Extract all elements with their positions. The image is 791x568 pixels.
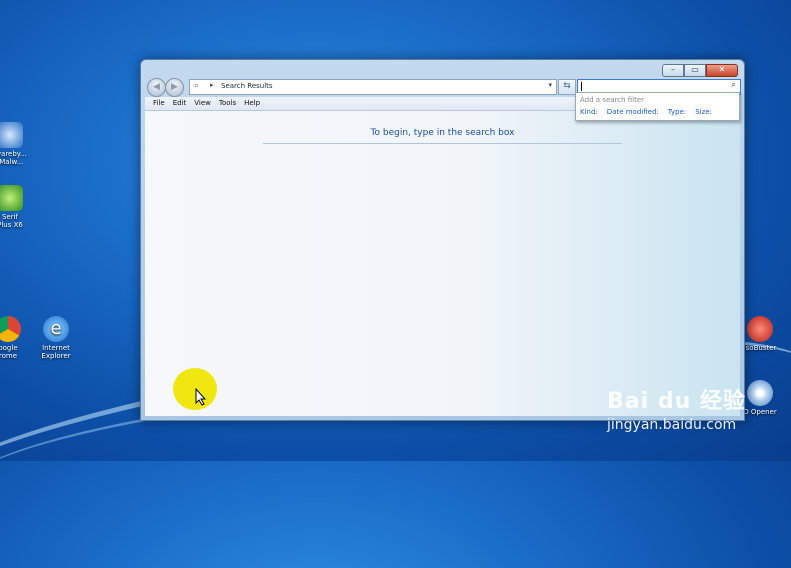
desktop-icon-label: rome bbox=[0, 352, 18, 360]
desktop-icon-google-chrome[interactable]: oogle rome bbox=[0, 316, 30, 360]
serif-icon bbox=[0, 185, 23, 211]
watermark-url: jingyan.baidu.com bbox=[607, 417, 737, 433]
desktop-icon-label: Plus X6 bbox=[0, 221, 23, 229]
results-pane: To begin, type in the search box bbox=[145, 111, 740, 416]
desktop-icon-serif[interactable]: Serif Plus X6 bbox=[0, 185, 32, 229]
desktop-icon-label: -Malw... bbox=[0, 158, 24, 166]
desktop-icon-label: oogle bbox=[0, 344, 18, 352]
baidu-watermark: Bai du 经验 jingyan.baidu.com bbox=[607, 383, 746, 433]
desktop-icon-malwarebytes[interactable]: lwareby... -Malw... bbox=[0, 122, 32, 166]
internet-explorer-icon: e bbox=[43, 316, 69, 342]
desktop-icon-label: Internet bbox=[42, 344, 70, 352]
minimize-button[interactable]: – bbox=[662, 64, 684, 77]
maximize-button[interactable]: ▭ bbox=[684, 64, 706, 77]
address-bar[interactable]: ⌕ ▸ Search Results ▾ bbox=[189, 79, 557, 95]
text-caret bbox=[581, 82, 582, 91]
window-caption-buttons: – ▭ ✕ bbox=[662, 64, 738, 77]
desktop-icon-label: Serif bbox=[1, 213, 19, 221]
menu-help[interactable]: Help bbox=[242, 97, 266, 110]
baidu-logo: Bai du 经验 bbox=[607, 389, 746, 414]
search-filter-options: Kind: Date modified: Type: Size: bbox=[580, 108, 712, 116]
search-filter-hint: Add a search filter bbox=[580, 96, 645, 104]
mouse-pointer-icon bbox=[195, 388, 207, 406]
close-button[interactable]: ✕ bbox=[706, 64, 738, 77]
search-filter-popup: Add a search filter Kind: Date modified:… bbox=[575, 92, 740, 121]
search-icon[interactable]: ⌕ bbox=[731, 80, 736, 90]
chevron-down-icon[interactable]: ▾ bbox=[548, 81, 552, 89]
forward-button[interactable]: ▶ bbox=[165, 78, 184, 97]
malwarebytes-icon bbox=[0, 122, 23, 148]
refresh-button[interactable]: ⇆ bbox=[558, 79, 576, 95]
back-button[interactable]: ◀ bbox=[147, 78, 166, 97]
filter-size-link[interactable]: Size: bbox=[695, 108, 712, 116]
desktop-icon-label: Explorer bbox=[41, 352, 71, 360]
desktop-icon-internet-explorer[interactable]: e Internet Explorer bbox=[34, 316, 78, 360]
search-icon: ⌕ bbox=[194, 81, 200, 91]
filter-type-link[interactable]: Type: bbox=[668, 108, 686, 116]
breadcrumb-arrow-icon[interactable]: ▸ bbox=[210, 81, 214, 89]
menu-view[interactable]: View bbox=[192, 97, 217, 110]
chrome-icon bbox=[0, 316, 21, 342]
empty-search-message: To begin, type in the search box bbox=[370, 128, 515, 138]
disc-icon bbox=[747, 380, 773, 406]
filter-date-modified-link[interactable]: Date modified: bbox=[607, 108, 659, 116]
desktop-icon-label: lwareby... bbox=[0, 150, 27, 158]
menu-tools[interactable]: Tools bbox=[217, 97, 242, 110]
filter-kind-link[interactable]: Kind: bbox=[580, 108, 598, 116]
menu-edit[interactable]: Edit bbox=[171, 97, 193, 110]
address-text: Search Results bbox=[221, 82, 273, 90]
divider bbox=[263, 143, 622, 144]
isobuster-icon bbox=[747, 316, 773, 342]
menu-file[interactable]: File bbox=[151, 97, 171, 110]
